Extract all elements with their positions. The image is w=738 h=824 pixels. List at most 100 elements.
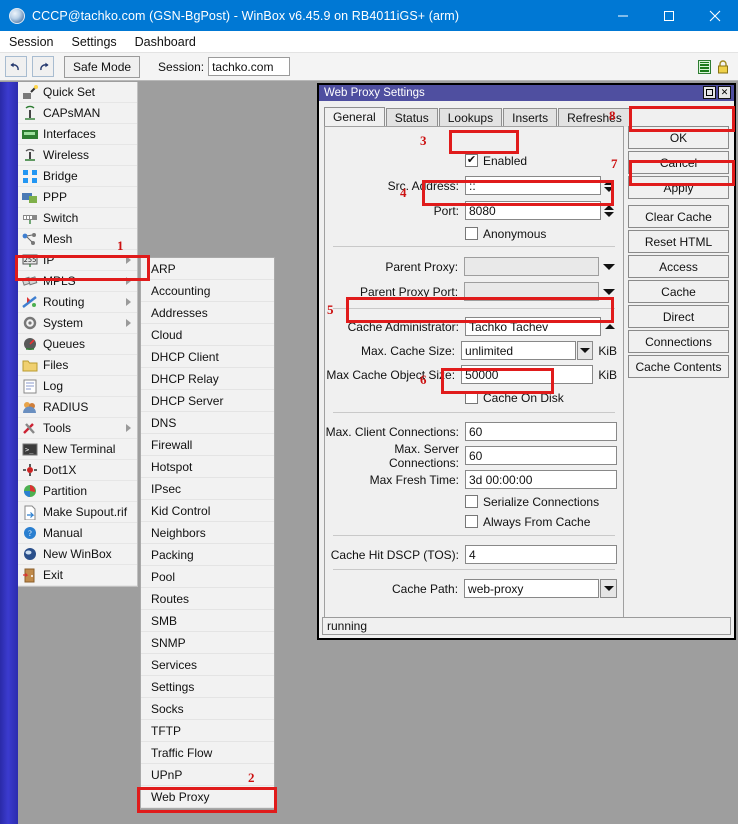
undo-icon[interactable] [5,56,27,77]
close-icon[interactable]: ✕ [718,86,731,99]
cache-administrator-input[interactable]: Tachko Tachev [465,317,601,336]
sidebar-item-log[interactable]: Log [18,376,137,397]
submenu-item-dhcp-server[interactable]: DHCP Server [141,390,274,412]
ok-button[interactable]: OK [628,126,729,149]
tab-status[interactable]: Status [385,108,438,127]
cache-path-input[interactable]: web-proxy [464,579,600,598]
submenu-item-dns[interactable]: DNS [141,412,274,434]
submenu-item-cloud[interactable]: Cloud [141,324,274,346]
max-client-connections-input[interactable]: 60 [465,422,617,441]
maximize-button[interactable] [646,0,692,31]
submenu-item-arp[interactable]: ARP [141,258,274,280]
menu-dashboard[interactable]: Dashboard [126,32,205,52]
connections-button[interactable]: Connections [628,330,729,353]
apply-button[interactable]: Apply [628,176,729,199]
close-button[interactable] [692,0,738,31]
submenu-item-packing[interactable]: Packing [141,544,274,566]
submenu-item-neighbors[interactable]: Neighbors [141,522,274,544]
sidebar-item-new-terminal[interactable]: >_ New Terminal [18,439,137,460]
cache-path-dropdown-button[interactable] [600,579,617,598]
port-spinner[interactable] [602,201,616,220]
cache-hit-dscp-input[interactable]: 4 [465,545,617,564]
sidebar-item-interfaces[interactable]: Interfaces [18,124,137,145]
submenu-item-tftp[interactable]: TFTP [141,720,274,742]
submenu-item-hotspot[interactable]: Hotspot [141,456,274,478]
clear-cache-button[interactable]: Clear Cache [628,205,729,228]
submenu-item-firewall[interactable]: Firewall [141,434,274,456]
cache-administrator-up-icon[interactable] [603,317,617,336]
parent-proxy-input[interactable] [464,257,600,276]
access-button[interactable]: Access [628,255,729,278]
session-value-field[interactable]: tachko.com [208,57,291,76]
submenu-item-addresses[interactable]: Addresses [141,302,274,324]
safe-mode-button[interactable]: Safe Mode [64,55,141,78]
submenu-item-socks[interactable]: Socks [141,698,274,720]
submenu-item-smb[interactable]: SMB [141,610,274,632]
sidebar-item-queues[interactable]: Queues [18,334,137,355]
menu-session[interactable]: Session [0,32,62,52]
submenu-item-traffic-flow[interactable]: Traffic Flow [141,742,274,764]
submenu-item-settings[interactable]: Settings [141,676,274,698]
max-cache-size-dropdown-button[interactable] [576,341,594,360]
dialog-title: Web Proxy Settings [324,87,425,99]
max-fresh-time-input[interactable]: 3d 00:00:00 [465,470,617,489]
max-cache-size-input[interactable]: unlimited [461,341,576,360]
sidebar-item-mpls[interactable]: MPLS [18,271,137,292]
submenu-item-routes[interactable]: Routes [141,588,274,610]
restore-icon[interactable] [703,86,716,99]
sidebar-item-wireless[interactable]: Wireless [18,145,137,166]
parent-proxy-dropdown-icon[interactable] [601,257,617,276]
routeros-rail: RouterOS WinBox [0,82,18,824]
reset-html-button[interactable]: Reset HTML [628,230,729,253]
sidebar-item-ppp[interactable]: PPP [18,187,137,208]
enabled-checkbox[interactable]: ✔ [465,154,478,167]
sidebar-item-radius[interactable]: RADIUS [18,397,137,418]
tab-lookups[interactable]: Lookups [438,108,503,127]
cache-on-disk-checkbox[interactable] [465,391,478,404]
sidebar-item-dot1x[interactable]: Dot1X [18,460,137,481]
tab-refreshes[interactable]: Refreshes [558,108,631,127]
src-address-input[interactable]: :: [465,176,601,195]
submenu-item-web-proxy[interactable]: Web Proxy [141,786,274,808]
cancel-button[interactable]: Cancel [628,151,729,174]
port-input[interactable]: 8080 [465,201,601,220]
sidebar-item-system[interactable]: System [18,313,137,334]
redo-icon[interactable] [32,56,54,77]
sidebar-item-capsman[interactable]: CAPsMAN [18,103,137,124]
sidebar-item-tools[interactable]: Tools [18,418,137,439]
serialize-connections-checkbox[interactable] [465,495,478,508]
cache-contents-button[interactable]: Cache Contents [628,355,729,378]
submenu-item-dhcp-client[interactable]: DHCP Client [141,346,274,368]
sidebar-item-manual[interactable]: ? Manual [18,523,137,544]
submenu-item-accounting[interactable]: Accounting [141,280,274,302]
menu-settings[interactable]: Settings [62,32,125,52]
submenu-item-snmp[interactable]: SNMP [141,632,274,654]
src-address-spinner[interactable] [602,176,616,195]
tab-inserts[interactable]: Inserts [503,108,558,127]
exit-icon [21,567,39,583]
direct-button[interactable]: Direct [628,305,729,328]
max-server-connections-input[interactable]: 60 [465,446,617,465]
sidebar-item-switch[interactable]: Switch [18,208,137,229]
tab-general[interactable]: General [324,107,385,127]
sidebar-item-make-supout-rif[interactable]: Make Supout.rif [18,502,137,523]
submenu-item-dhcp-relay[interactable]: DHCP Relay [141,368,274,390]
sidebar-item-files[interactable]: Files [18,355,137,376]
always-from-cache-checkbox[interactable] [465,515,478,528]
parent-proxy-port-input[interactable] [464,282,600,301]
sidebar-item-routing[interactable]: Routing [18,292,137,313]
parent-proxy-port-dropdown-icon[interactable] [601,282,617,301]
anonymous-checkbox[interactable] [465,227,478,240]
submenu-item-ipsec[interactable]: IPsec [141,478,274,500]
sidebar-item-new-winbox[interactable]: New WinBox [18,544,137,565]
submenu-item-pool[interactable]: Pool [141,566,274,588]
submenu-item-services[interactable]: Services [141,654,274,676]
max-cache-object-size-input[interactable]: 50000 [461,365,594,384]
minimize-button[interactable] [600,0,646,31]
submenu-item-kid-control[interactable]: Kid Control [141,500,274,522]
sidebar-item-partition[interactable]: Partition [18,481,137,502]
sidebar-item-quick-set[interactable]: Quick Set [18,82,137,103]
cache-button[interactable]: Cache [628,280,729,303]
sidebar-item-bridge[interactable]: Bridge [18,166,137,187]
sidebar-item-exit[interactable]: Exit [18,565,137,586]
